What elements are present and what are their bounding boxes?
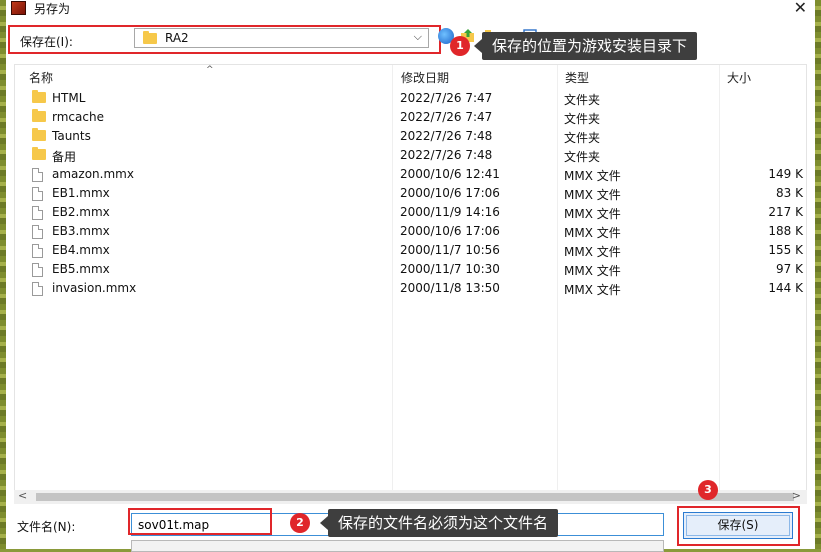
file-name: Taunts <box>52 129 91 143</box>
file-name: EB3.mmx <box>52 224 110 238</box>
file-size: 217 K <box>768 205 803 219</box>
list-item[interactable]: amazon.mmx 2000/10/6 12:41 MMX 文件 149 K <box>15 165 805 184</box>
file-icon <box>32 225 43 242</box>
file-type: MMX 文件 <box>564 169 621 183</box>
file-icon <box>32 263 43 280</box>
file-date: 2000/11/7 10:30 <box>400 262 500 276</box>
list-item[interactable]: invasion.mmx 2000/11/8 13:50 MMX 文件 144 K <box>15 279 805 298</box>
file-name: EB1.mmx <box>52 186 110 200</box>
file-icon <box>32 206 43 223</box>
file-date: 2000/10/6 12:41 <box>400 167 500 181</box>
file-type: MMX 文件 <box>564 226 621 240</box>
file-type: 文件夹 <box>564 93 601 107</box>
file-size: 149 K <box>768 167 803 181</box>
column-header-size[interactable]: 大小 <box>727 69 751 86</box>
file-name: amazon.mmx <box>52 167 134 181</box>
annotation-badge-2: 2 <box>290 513 310 533</box>
file-size: 144 K <box>768 281 803 295</box>
list-item[interactable]: EB4.mmx 2000/11/7 10:56 MMX 文件 155 K <box>15 241 805 260</box>
file-date: 2000/11/7 10:56 <box>400 243 500 257</box>
file-date: 2022/7/26 7:48 <box>400 148 493 162</box>
highlight-box-filename <box>128 508 272 535</box>
close-button[interactable]: ✕ <box>794 0 807 17</box>
file-date: 2000/10/6 17:06 <box>400 224 500 238</box>
file-list[interactable]: 名称 ^ 修改日期 类型 大小 HTML 2022/7/26 7:47 文件夹 rmc… <box>14 64 807 492</box>
file-type: 文件夹 <box>564 150 601 164</box>
file-type: MMX 文件 <box>564 207 621 221</box>
annotation-tooltip-2: 保存的文件名必须为这个文件名 <box>319 509 559 537</box>
list-item[interactable]: EB1.mmx 2000/10/6 17:06 MMX 文件 83 K <box>15 184 805 203</box>
file-name: invasion.mmx <box>52 281 137 295</box>
scrollbar-thumb[interactable] <box>36 493 794 501</box>
file-name: 备用 <box>52 150 77 164</box>
scroll-right-icon[interactable]: > <box>792 489 801 502</box>
file-date: 2000/10/6 17:06 <box>400 186 500 200</box>
column-header-type[interactable]: 类型 <box>565 69 589 86</box>
file-date: 2022/7/26 7:47 <box>400 110 493 124</box>
file-size: 155 K <box>768 243 803 257</box>
list-item[interactable]: Taunts 2022/7/26 7:48 文件夹 <box>15 127 805 146</box>
filename-label: 文件名(N): <box>17 520 76 534</box>
file-name: HTML <box>52 91 86 105</box>
folder-icon <box>32 109 46 125</box>
list-item[interactable]: EB2.mmx 2000/11/9 14:16 MMX 文件 217 K <box>15 203 805 222</box>
horizontal-scrollbar[interactable]: < > <box>14 489 807 504</box>
file-type: MMX 文件 <box>564 188 621 202</box>
background-strip-right <box>815 0 821 549</box>
folder-icon <box>32 128 46 144</box>
list-item[interactable]: rmcache 2022/7/26 7:47 文件夹 <box>15 108 805 127</box>
file-date: 2022/7/26 7:48 <box>400 129 493 143</box>
list-item[interactable]: EB5.mmx 2000/11/7 10:30 MMX 文件 97 K <box>15 260 805 279</box>
file-name: EB2.mmx <box>52 205 110 219</box>
folder-icon <box>32 147 46 163</box>
file-name: EB5.mmx <box>52 262 110 276</box>
file-type: MMX 文件 <box>564 245 621 259</box>
file-icon <box>32 168 43 185</box>
annotation-badge-3: 3 <box>698 480 718 500</box>
folder-icon <box>32 90 46 106</box>
file-date: 2022/7/26 7:47 <box>400 91 493 105</box>
file-icon <box>32 187 43 204</box>
file-size: 188 K <box>768 224 803 238</box>
highlight-box-location <box>8 25 441 54</box>
highlight-box-save <box>677 506 800 546</box>
annotation-badge-1: 1 <box>450 36 470 56</box>
file-name: rmcache <box>52 110 104 124</box>
list-item[interactable]: 备用 2022/7/26 7:48 文件夹 <box>15 146 805 165</box>
list-item[interactable]: HTML 2022/7/26 7:47 文件夹 <box>15 89 805 108</box>
file-type: MMX 文件 <box>564 264 621 278</box>
column-header-name[interactable]: 名称 <box>29 69 53 86</box>
column-header-date[interactable]: 修改日期 <box>401 69 449 86</box>
save-as-dialog: 另存为 ✕ 保存在(I): RA2 ⌵ 1 保存的位置为游戏安装目录下 名称 ^… <box>6 0 815 552</box>
file-type: 文件夹 <box>564 131 601 145</box>
annotation-tooltip-1: 保存的位置为游戏安装目录下 <box>473 32 698 60</box>
list-item[interactable]: EB3.mmx 2000/10/6 17:06 MMX 文件 188 K <box>15 222 805 241</box>
file-size: 97 K <box>776 262 803 276</box>
file-type-dropdown[interactable] <box>131 540 664 552</box>
window-title: 另存为 <box>34 2 71 16</box>
scroll-left-icon[interactable]: < <box>18 489 27 502</box>
file-size: 83 K <box>776 186 803 200</box>
sort-caret-icon: ^ <box>206 65 214 75</box>
file-type: 文件夹 <box>564 112 601 126</box>
file-type: MMX 文件 <box>564 283 621 297</box>
file-name: EB4.mmx <box>52 243 110 257</box>
file-icon <box>32 282 43 299</box>
file-date: 2000/11/9 14:16 <box>400 205 500 219</box>
title-bar: 另存为 ✕ <box>6 0 815 17</box>
file-icon <box>32 244 43 261</box>
file-date: 2000/11/8 13:50 <box>400 281 500 295</box>
app-icon <box>11 1 26 15</box>
